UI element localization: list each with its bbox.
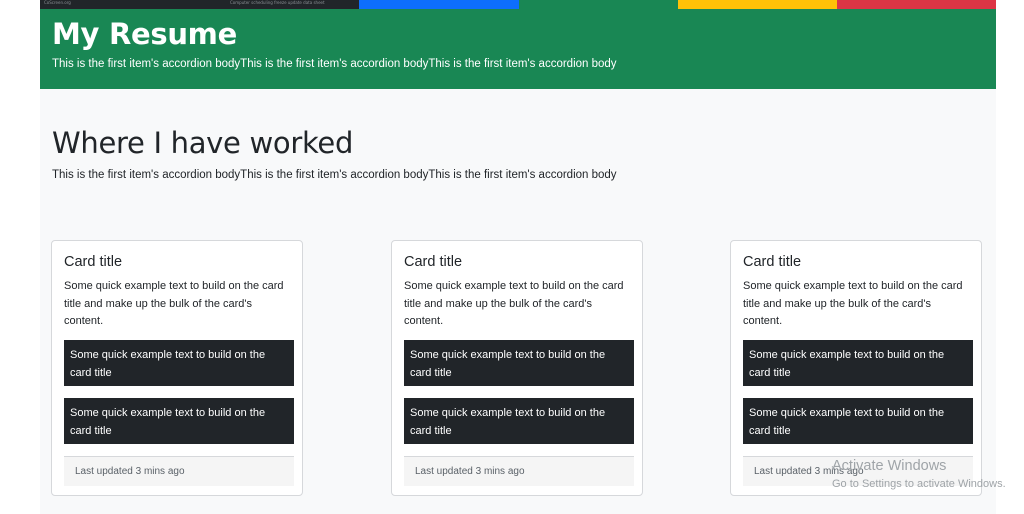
- color-strip-yellow: [678, 0, 837, 9]
- section-title: Where I have worked: [52, 126, 354, 160]
- card-title: Card title: [64, 254, 123, 270]
- card-title: Card title: [404, 254, 463, 270]
- card-text: Some quick example text to build on the …: [64, 280, 284, 327]
- header-subtitle: This is the first item's accordion bodyT…: [52, 58, 617, 70]
- card-list-item: Some quick example text to build on the …: [64, 340, 294, 386]
- work-card: Card title Some quick example text to bu…: [51, 240, 303, 496]
- color-strip-blue: [359, 0, 519, 9]
- card-title: Card title: [743, 254, 802, 270]
- watermark-title: Activate Windows: [832, 458, 947, 474]
- strip-caption-right: Computer scheduling freeze update data s…: [230, 0, 325, 5]
- card-list-item: Some quick example text to build on the …: [64, 398, 294, 444]
- resume-header: My Resume This is the first item's accor…: [40, 9, 996, 89]
- page-title: My Resume: [52, 17, 237, 51]
- card-list-item: Some quick example text to build on the …: [743, 398, 973, 444]
- color-strip-red: [837, 0, 996, 9]
- watermark-subtitle: Go to Settings to activate Windows.: [832, 478, 1006, 490]
- color-strip-green: [519, 0, 678, 9]
- card-text: Some quick example text to build on the …: [404, 280, 624, 327]
- card-footer: Last updated 3 mins ago: [404, 456, 634, 486]
- color-strip-dark: CoScreen.org Computer scheduling freeze …: [40, 0, 359, 9]
- color-strip: CoScreen.org Computer scheduling freeze …: [40, 0, 996, 9]
- page: CoScreen.org Computer scheduling freeze …: [40, 0, 996, 514]
- card-list-item: Some quick example text to build on the …: [404, 398, 634, 444]
- section-subtitle: This is the first item's accordion bodyT…: [52, 169, 617, 181]
- card-text: Some quick example text to build on the …: [743, 280, 963, 327]
- card-list-item: Some quick example text to build on the …: [404, 340, 634, 386]
- card-footer: Last updated 3 mins ago: [64, 456, 294, 486]
- strip-caption-left: CoScreen.org: [44, 0, 71, 5]
- work-card: Card title Some quick example text to bu…: [391, 240, 643, 496]
- card-list-item: Some quick example text to build on the …: [743, 340, 973, 386]
- activation-watermark: Activate Windows Go to Settings to activ…: [832, 457, 1006, 492]
